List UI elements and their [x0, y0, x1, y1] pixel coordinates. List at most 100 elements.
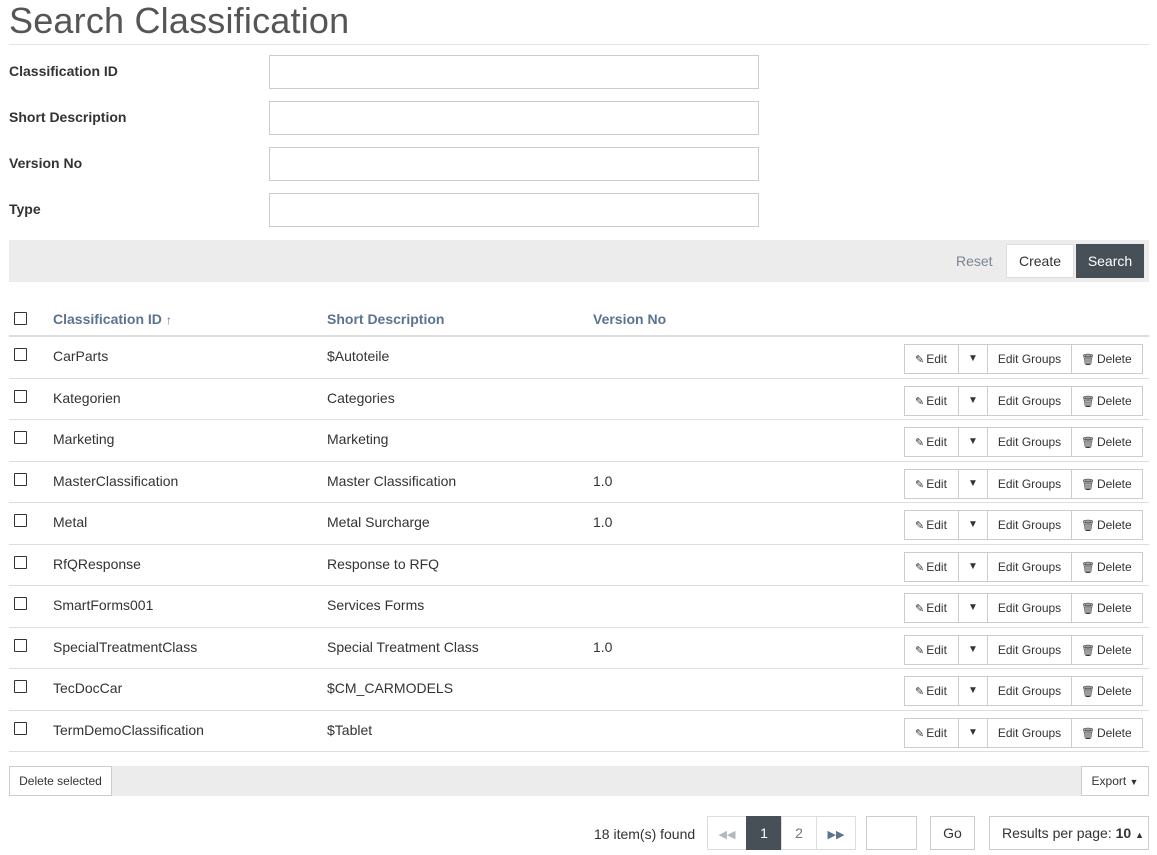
export-button[interactable]: Export ▼ [1081, 766, 1149, 796]
delete-button[interactable]: 🗑 Delete [1071, 676, 1143, 706]
row-actions: ✎ Edit ▼ Edit Groups 🗑 Delete [904, 676, 1143, 706]
delete-button[interactable]: 🗑 Delete [1071, 468, 1143, 499]
edit-dropdown-toggle[interactable]: ▼ [958, 468, 988, 499]
delete-button[interactable]: 🗑 Delete [1071, 593, 1143, 623]
row-checkbox[interactable] [14, 597, 27, 610]
short-description-input[interactable] [269, 101, 759, 135]
trash-icon: 🗑 [1081, 727, 1095, 740]
row-checkbox[interactable] [14, 721, 27, 735]
edit-label: Edit [926, 476, 947, 491]
delete-button[interactable]: 🗑 Delete [1071, 427, 1143, 457]
delete-button[interactable]: 🗑 Delete [1071, 510, 1143, 540]
classification-id-cell: TermDemoClassification [53, 721, 204, 738]
row-actions: ✎ Edit ▼ Edit Groups 🗑 Delete [904, 427, 1143, 457]
row-checkbox[interactable] [14, 514, 27, 527]
classification-id-input[interactable] [269, 55, 759, 89]
delete-button[interactable]: 🗑 Delete [1071, 717, 1143, 748]
edit-button[interactable]: ✎ Edit [904, 385, 959, 416]
double-chevron-left-icon: ◀◀ [718, 829, 736, 841]
edit-groups-button[interactable]: Edit Groups [987, 676, 1072, 706]
table-row: Metal Metal Surcharge 1.0 ✎ Edit ▼ Edit G… [9, 503, 1149, 545]
edit-dropdown-toggle[interactable]: ▼ [958, 593, 988, 623]
edit-groups-button[interactable]: Edit Groups [987, 344, 1072, 374]
classification-id-cell: MasterClassification [53, 472, 179, 489]
form-row-version-no: Version No [9, 147, 769, 181]
column-header-classification-id[interactable]: Classification ID ↑ [53, 311, 172, 327]
edit-button[interactable]: ✎ Edit [904, 427, 959, 457]
delete-button[interactable]: 🗑 Delete [1071, 344, 1143, 374]
edit-groups-button[interactable]: Edit Groups [987, 593, 1072, 623]
pencil-icon: ✎ [915, 644, 925, 657]
version-no-label: Version No [9, 155, 83, 171]
delete-button[interactable]: 🗑 Delete [1071, 551, 1143, 582]
go-button[interactable]: Go [930, 816, 975, 850]
delete-label: Delete [1096, 725, 1132, 740]
trash-icon: 🗑 [1081, 478, 1095, 491]
table-footer: Delete selected Export ▼ [9, 766, 1149, 796]
edit-button[interactable]: ✎ Edit [904, 551, 959, 582]
classification-id-cell: SpecialTreatmentClass [53, 638, 198, 655]
edit-button[interactable]: ✎ Edit [904, 634, 959, 665]
edit-dropdown-toggle[interactable]: ▼ [958, 344, 988, 374]
page-button-2[interactable]: 2 [781, 816, 817, 850]
select-all-checkbox[interactable] [14, 312, 27, 325]
row-checkbox[interactable] [14, 638, 27, 652]
delete-button[interactable]: 🗑 Delete [1071, 385, 1143, 416]
version-no-input[interactable] [269, 147, 759, 181]
edit-dropdown-toggle[interactable]: ▼ [958, 551, 988, 582]
row-checkbox[interactable] [14, 472, 27, 486]
row-checkbox[interactable] [14, 389, 27, 403]
edit-dropdown-toggle[interactable]: ▼ [958, 427, 988, 457]
last-page-button[interactable]: ▶▶ [816, 816, 856, 850]
column-header-version-no[interactable]: Version No [593, 311, 666, 327]
edit-groups-button[interactable]: Edit Groups [987, 634, 1072, 665]
pagination: ◀◀ 1 2 ▶▶ [707, 816, 856, 850]
row-checkbox[interactable] [14, 555, 27, 569]
short-description-cell: Marketing [327, 431, 389, 447]
edit-button[interactable]: ✎ Edit [904, 510, 959, 540]
edit-label: Edit [926, 642, 947, 657]
edit-groups-button[interactable]: Edit Groups [987, 717, 1072, 748]
results-per-page-dropdown[interactable]: Results per page: 10 ▲ [989, 816, 1149, 850]
edit-groups-button[interactable]: Edit Groups [987, 510, 1072, 540]
delete-label: Delete [1096, 518, 1132, 532]
edit-groups-button[interactable]: Edit Groups [987, 468, 1072, 499]
edit-label: Edit [926, 518, 947, 532]
edit-dropdown-toggle[interactable]: ▼ [958, 510, 988, 540]
type-input[interactable] [269, 193, 759, 227]
row-checkbox[interactable] [14, 431, 27, 444]
caret-down-icon: ▼ [968, 477, 978, 489]
edit-label: Edit [926, 393, 947, 408]
column-header-short-description[interactable]: Short Description [327, 311, 444, 327]
edit-dropdown-toggle[interactable]: ▼ [958, 676, 988, 706]
search-button[interactable]: Search [1076, 244, 1144, 278]
trash-icon: 🗑 [1081, 686, 1095, 698]
row-actions: ✎ Edit ▼ Edit Groups 🗑 Delete [904, 551, 1143, 582]
delete-label: Delete [1096, 684, 1132, 698]
table-row: SpecialTreatmentClass Special Treatment … [9, 628, 1149, 669]
edit-dropdown-toggle[interactable]: ▼ [958, 634, 988, 665]
edit-button[interactable]: ✎ Edit [904, 344, 959, 374]
page-button-1[interactable]: 1 [746, 816, 782, 850]
edit-groups-button[interactable]: Edit Groups [987, 385, 1072, 416]
reset-button[interactable]: Reset [946, 244, 1003, 278]
edit-groups-button[interactable]: Edit Groups [987, 551, 1072, 582]
edit-dropdown-toggle[interactable]: ▼ [958, 717, 988, 748]
delete-button[interactable]: 🗑 Delete [1071, 634, 1143, 665]
edit-label: Edit [926, 601, 947, 615]
edit-groups-button[interactable]: Edit Groups [987, 427, 1072, 457]
delete-selected-button[interactable]: Delete selected [9, 766, 112, 796]
first-page-button[interactable]: ◀◀ [707, 816, 747, 850]
edit-button[interactable]: ✎ Edit [904, 468, 959, 499]
classification-id-cell: Kategorien [53, 389, 121, 406]
page-number-input[interactable] [866, 816, 917, 850]
edit-button[interactable]: ✎ Edit [904, 717, 959, 748]
row-checkbox[interactable] [14, 348, 27, 361]
edit-button[interactable]: ✎ Edit [904, 593, 959, 623]
trash-icon: 🗑 [1081, 354, 1095, 366]
trash-icon: 🗑 [1081, 644, 1095, 657]
row-checkbox[interactable] [14, 680, 27, 693]
create-button[interactable]: Create [1006, 244, 1074, 278]
edit-button[interactable]: ✎ Edit [904, 676, 959, 706]
edit-dropdown-toggle[interactable]: ▼ [958, 385, 988, 416]
